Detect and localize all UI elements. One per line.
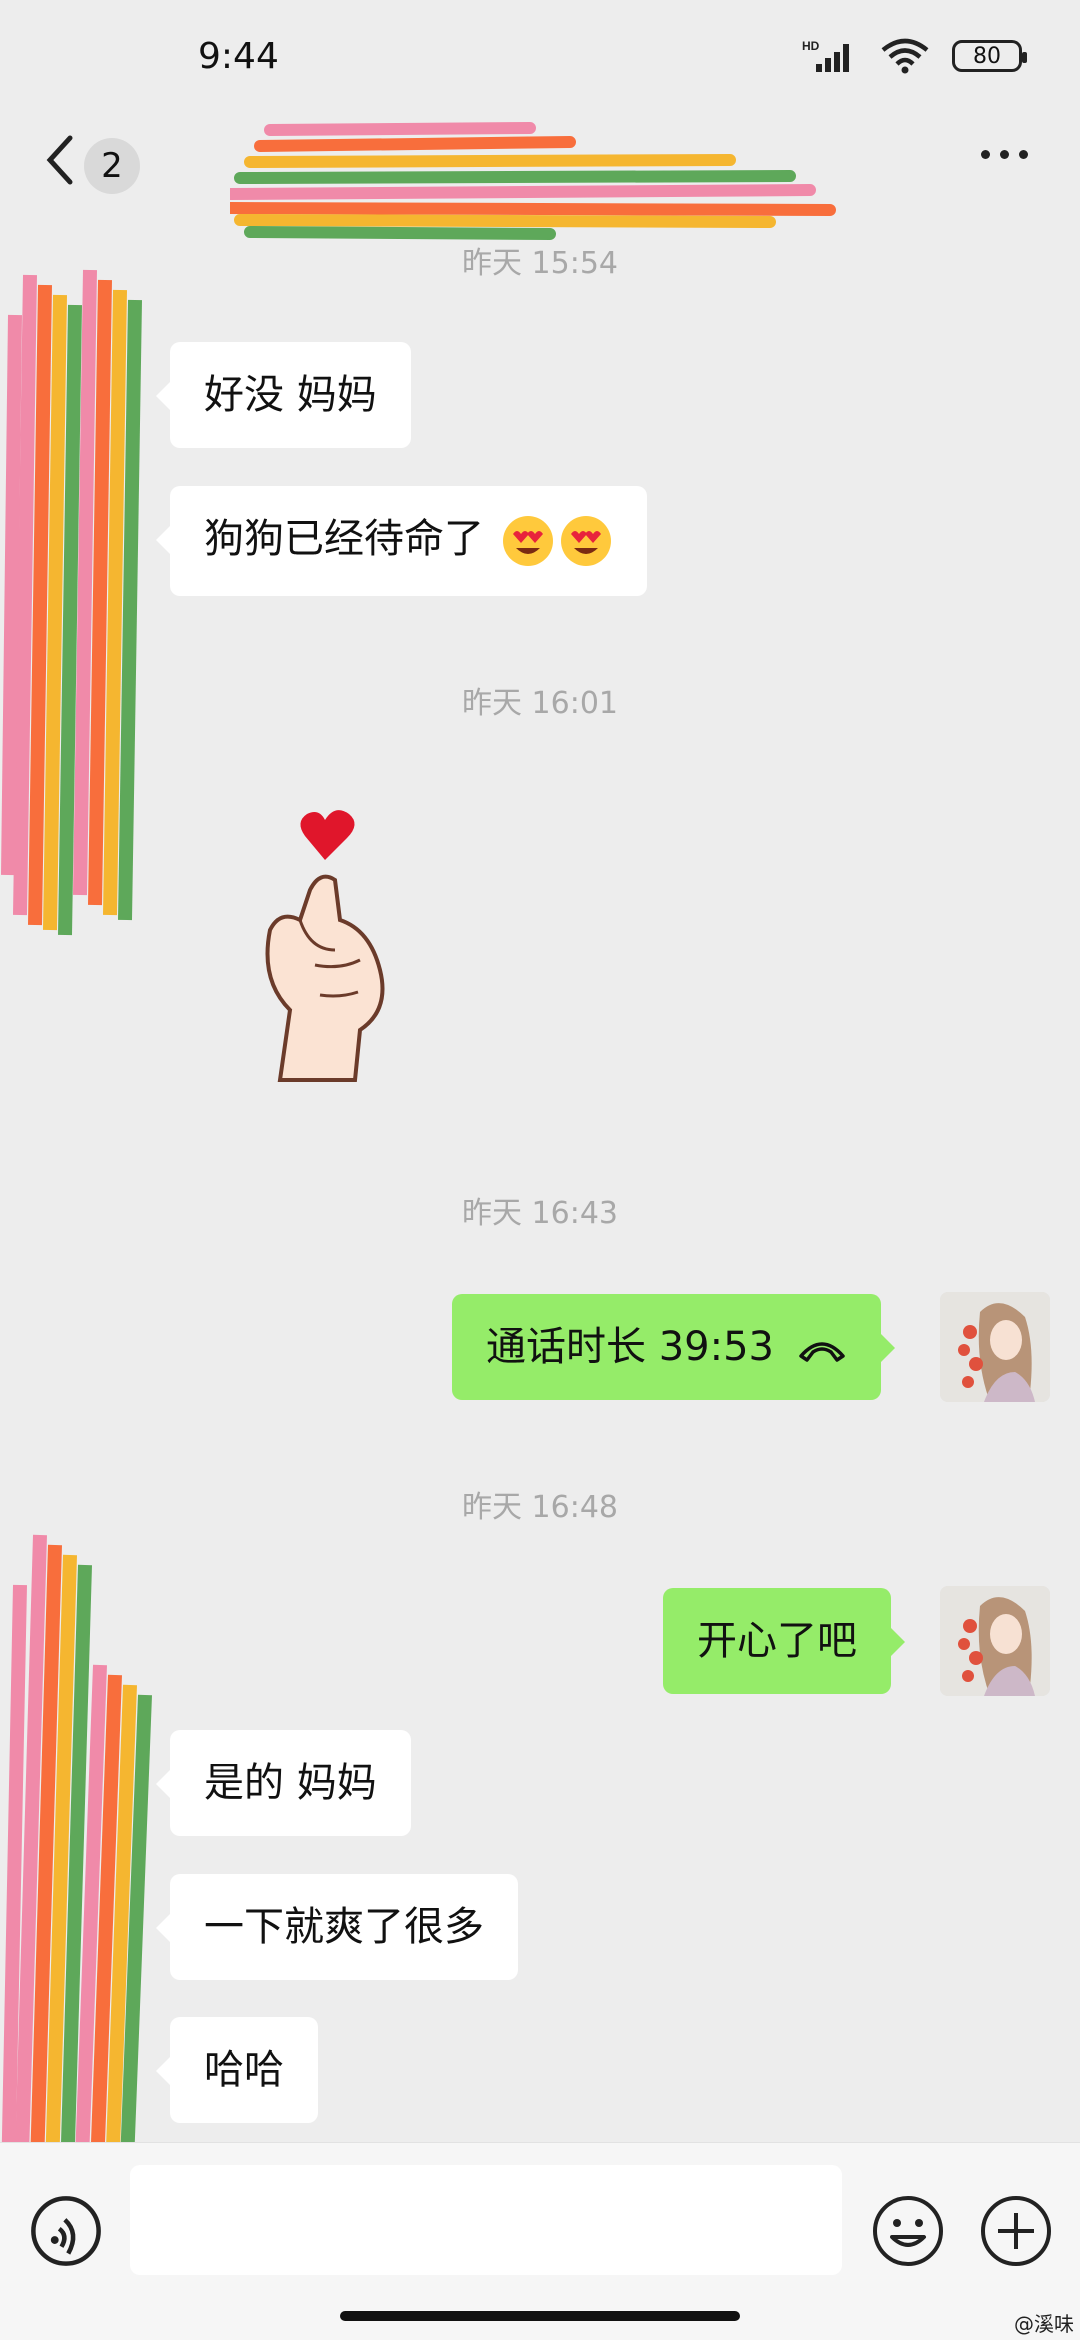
incoming-message[interactable]: 是的 妈妈 [156, 1730, 411, 1836]
my-avatar[interactable] [940, 1292, 1050, 1402]
svg-text:HD: HD [802, 39, 820, 53]
outgoing-message[interactable]: 开心了吧 [663, 1588, 905, 1694]
chat-header: 2 [0, 110, 1080, 240]
status-bar: 9:44 HD 80 [0, 0, 1080, 110]
timestamp: 昨天 16:43 [462, 1196, 618, 1231]
call-record-message[interactable]: 通话时长 39:53 [452, 1294, 895, 1400]
message-text: 好没 妈妈 [204, 372, 377, 418]
heart-eyes-emoji-icon [560, 516, 611, 566]
voice-icon[interactable] [30, 2195, 102, 2267]
timestamp: 昨天 15:54 [462, 246, 618, 281]
watermark: @溪味 [1014, 2312, 1074, 2336]
plus-icon[interactable] [980, 2195, 1052, 2267]
message-text: 狗狗已经待命了 [204, 516, 484, 562]
phone-hangup-icon [798, 1342, 845, 1362]
my-avatar[interactable] [940, 1586, 1050, 1696]
timestamp: 昨天 16:48 [462, 1490, 618, 1525]
avatar-redaction [1, 269, 142, 936]
battery-indicator: 80 [952, 40, 1027, 72]
incoming-message[interactable]: 哈哈 [156, 2017, 318, 2123]
emoji-icon[interactable] [872, 2195, 944, 2267]
incoming-message[interactable]: 好没 妈妈 [156, 342, 411, 448]
message-text: 开心了吧 [697, 1618, 857, 1664]
incoming-message[interactable]: 一下就爽了很多 [156, 1874, 518, 1980]
message-text: 是的 妈妈 [204, 1760, 377, 1806]
timestamp: 昨天 16:01 [462, 686, 618, 721]
signal-icon: HD [802, 39, 849, 72]
status-icons: HD 80 [802, 38, 1027, 74]
home-indicator[interactable] [340, 2311, 740, 2321]
finger-heart-sticker[interactable] [240, 800, 410, 1100]
message-text: 一下就爽了很多 [204, 1904, 484, 1950]
incoming-message[interactable]: 狗狗已经待命了 [156, 486, 647, 596]
message-input[interactable] [130, 2165, 842, 2275]
call-duration-text: 通话时长 39:53 [486, 1324, 774, 1370]
unread-count-badge[interactable]: 2 [84, 138, 140, 194]
message-text: 哈哈 [204, 2047, 284, 2093]
status-time: 9:44 [198, 36, 279, 77]
contact-name-redaction [230, 122, 836, 240]
more-dots-icon[interactable] [981, 150, 1028, 159]
chevron-left-icon[interactable] [40, 132, 80, 188]
wifi-icon [881, 38, 929, 74]
heart-eyes-emoji-icon [502, 516, 553, 566]
